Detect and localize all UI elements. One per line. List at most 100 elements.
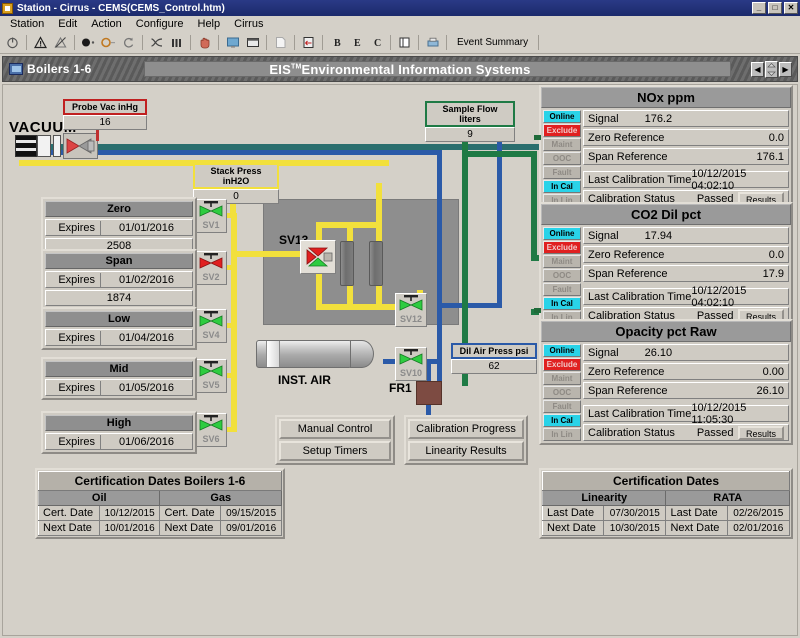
valve-sv1[interactable]: SV1 [195,199,227,233]
status-exclude-co2[interactable]: Exclude [543,241,581,254]
probe-port [37,135,51,157]
minimize-button[interactable]: _ [752,2,766,14]
analyzer-panel-opacity: Opacity pct Raw Online Exclude Maint OOC… [539,319,793,445]
sv10-valve-icon [397,348,425,370]
zero-ref-value-opacity: 0.00 [763,366,784,378]
valve-sv12[interactable]: SV12 [395,293,427,327]
table-row: Next Date 10/30/2015 Next Date 02/01/201… [543,521,790,536]
bar-chart-icon[interactable] [167,33,186,52]
trend-cross-icon[interactable] [147,33,166,52]
status-incal-nox[interactable]: In Cal [543,180,581,193]
status-ooc-co2[interactable]: OOC [543,269,581,282]
maximize-button[interactable]: □ [768,2,782,14]
valve-sv13[interactable] [300,240,336,274]
calibration-progress-button[interactable]: Calibration Progress [408,419,524,439]
gas-expires-row-zero: Expires 01/01/2016 [45,219,193,236]
valve-sv4[interactable]: SV4 [195,309,227,343]
menubar: Station Edit Action Configure Help Cirru… [0,16,800,32]
banner-navigation: ◀ ▶ [751,61,792,78]
nav-next-button[interactable]: ▶ [779,62,792,77]
valve-sv6[interactable]: SV6 [195,413,227,447]
status-online-co2[interactable]: Online [543,227,581,240]
menu-item-configure[interactable]: Configure [130,17,190,31]
setup-timers-button[interactable]: Setup Timers [279,441,391,461]
analyzer-title-nox: NOx ppm [541,87,791,108]
layout-icon[interactable] [395,33,414,52]
span-ref-row-nox: Span Reference 176.1 [583,148,789,165]
menu-item-station[interactable]: Station [4,17,50,31]
hand-pointer-icon[interactable] [195,33,214,52]
valve-sv5[interactable]: SV5 [195,359,227,393]
page-red-icon[interactable] [299,33,318,52]
valve-sv10[interactable]: SV10 [395,347,427,381]
page-blank-icon[interactable] [271,33,290,52]
cert-dates-table-inner: Certification Dates Linearity RATA Last … [542,471,790,536]
gas-quantity-span: 1874 [45,290,193,306]
status-ooc-opacity[interactable]: OOC [543,386,581,399]
alarm-icon[interactable] [31,33,50,52]
sv5-tag: SV5 [202,381,219,390]
record-black-icon[interactable] [79,33,98,52]
probe-vac-valve-body [63,133,98,159]
alarm-silence-icon[interactable] [51,33,70,52]
print-icon[interactable] [423,33,442,52]
filter-tube-b [369,241,383,286]
menu-item-help[interactable]: Help [192,17,227,31]
refresh-icon[interactable] [119,33,138,52]
status-exclude-nox[interactable]: Exclude [543,124,581,137]
pipe-filter-b-top [376,183,382,246]
status-ooc-nox[interactable]: OOC [543,152,581,165]
unit-e-icon[interactable]: E [347,33,366,52]
sv6-tag: SV6 [202,435,219,444]
gas-block-low: Low Expires 01/04/2016 [41,307,197,350]
cert-dates-r1-label-b: Next Date [666,521,727,536]
unit-c-icon[interactable]: C [367,33,386,52]
cert-boilers-r0-value-b: 09/15/2015 [221,506,282,521]
gas-expires-row-span: Expires 01/02/2016 [45,271,193,288]
manual-control-button[interactable]: Manual Control [279,419,391,439]
status-maint-opacity[interactable]: Maint [543,372,581,385]
record-orange-icon[interactable] [99,33,118,52]
close-button[interactable]: ✕ [784,2,798,14]
event-summary-label[interactable]: Event Summary [451,37,534,48]
menu-item-cirrus[interactable]: Cirrus [228,17,269,31]
cert-dates-col-linearity: Linearity [543,491,666,506]
cert-boilers-title: Certification Dates Boilers 1-6 [39,472,282,491]
results-button-opacity[interactable]: Results [738,426,784,440]
nav-updown-button[interactable] [765,61,778,78]
power-icon[interactable] [3,33,22,52]
linearity-results-button[interactable]: Linearity Results [408,441,524,461]
status-inlin-opacity[interactable]: In Lin [543,428,581,441]
menu-item-edit[interactable]: Edit [52,17,83,31]
status-online-opacity[interactable]: Online [543,344,581,357]
filter-tube-a [340,241,354,286]
nav-prev-button[interactable]: ◀ [751,62,764,77]
gas-block-span: Span Expires 01/02/2016 1874 [41,249,197,310]
status-maint-nox[interactable]: Maint [543,138,581,151]
status-incal-opacity[interactable]: In Cal [543,414,581,427]
analyzer-panel-nox: NOx ppm Online Exclude Maint OOC Fault I… [539,85,793,211]
sample-flow-label: Sample Flow liters [425,101,515,127]
control-button-group: Manual Control Setup Timers [275,415,395,465]
window-icon[interactable] [243,33,262,52]
sv5-valve-icon [197,360,225,382]
status-exclude-opacity[interactable]: Exclude [543,358,581,371]
zero-ref-row-co2: Zero Reference 0.0 [583,246,789,263]
status-fault-nox[interactable]: Fault [543,166,581,179]
monitor-icon[interactable] [223,33,242,52]
toolbar-separator [74,35,75,50]
unit-b-icon[interactable]: B [327,33,346,52]
toolbar-separator [190,35,191,50]
svg-text:E: E [354,38,361,49]
menu-item-action[interactable]: Action [85,17,128,31]
cert-dates-r1-label-a: Next Date [543,521,604,536]
status-incal-co2[interactable]: In Cal [543,297,581,310]
last-cal-value-opacity: 10/12/2015 11:05:30 [691,402,784,426]
status-fault-co2[interactable]: Fault [543,283,581,296]
status-online-nox[interactable]: Online [543,110,581,123]
valve-sv2[interactable]: SV2 [195,251,227,285]
cert-dates-title: Certification Dates [543,472,790,491]
zero-ref-label-co2: Zero Reference [588,249,664,261]
status-maint-co2[interactable]: Maint [543,255,581,268]
status-fault-opacity[interactable]: Fault [543,400,581,413]
